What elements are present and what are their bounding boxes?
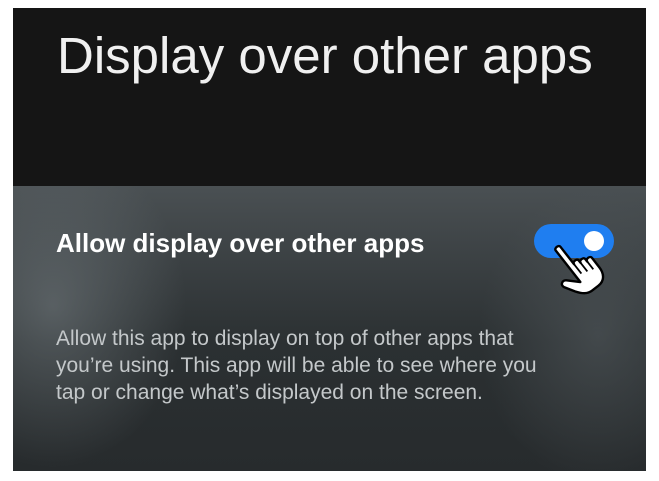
hand-pointer-icon — [554, 244, 605, 295]
screenshot-frame: Display over other apps Allow display ov… — [13, 8, 646, 471]
page-header: Display over other apps — [13, 8, 646, 186]
setting-description: Allow this app to display on top of othe… — [56, 327, 537, 404]
page-title: Display over other apps — [57, 27, 593, 84]
settings-panel: Allow display over other apps Allow this… — [13, 186, 646, 471]
setting-title: Allow display over other apps — [56, 228, 425, 258]
